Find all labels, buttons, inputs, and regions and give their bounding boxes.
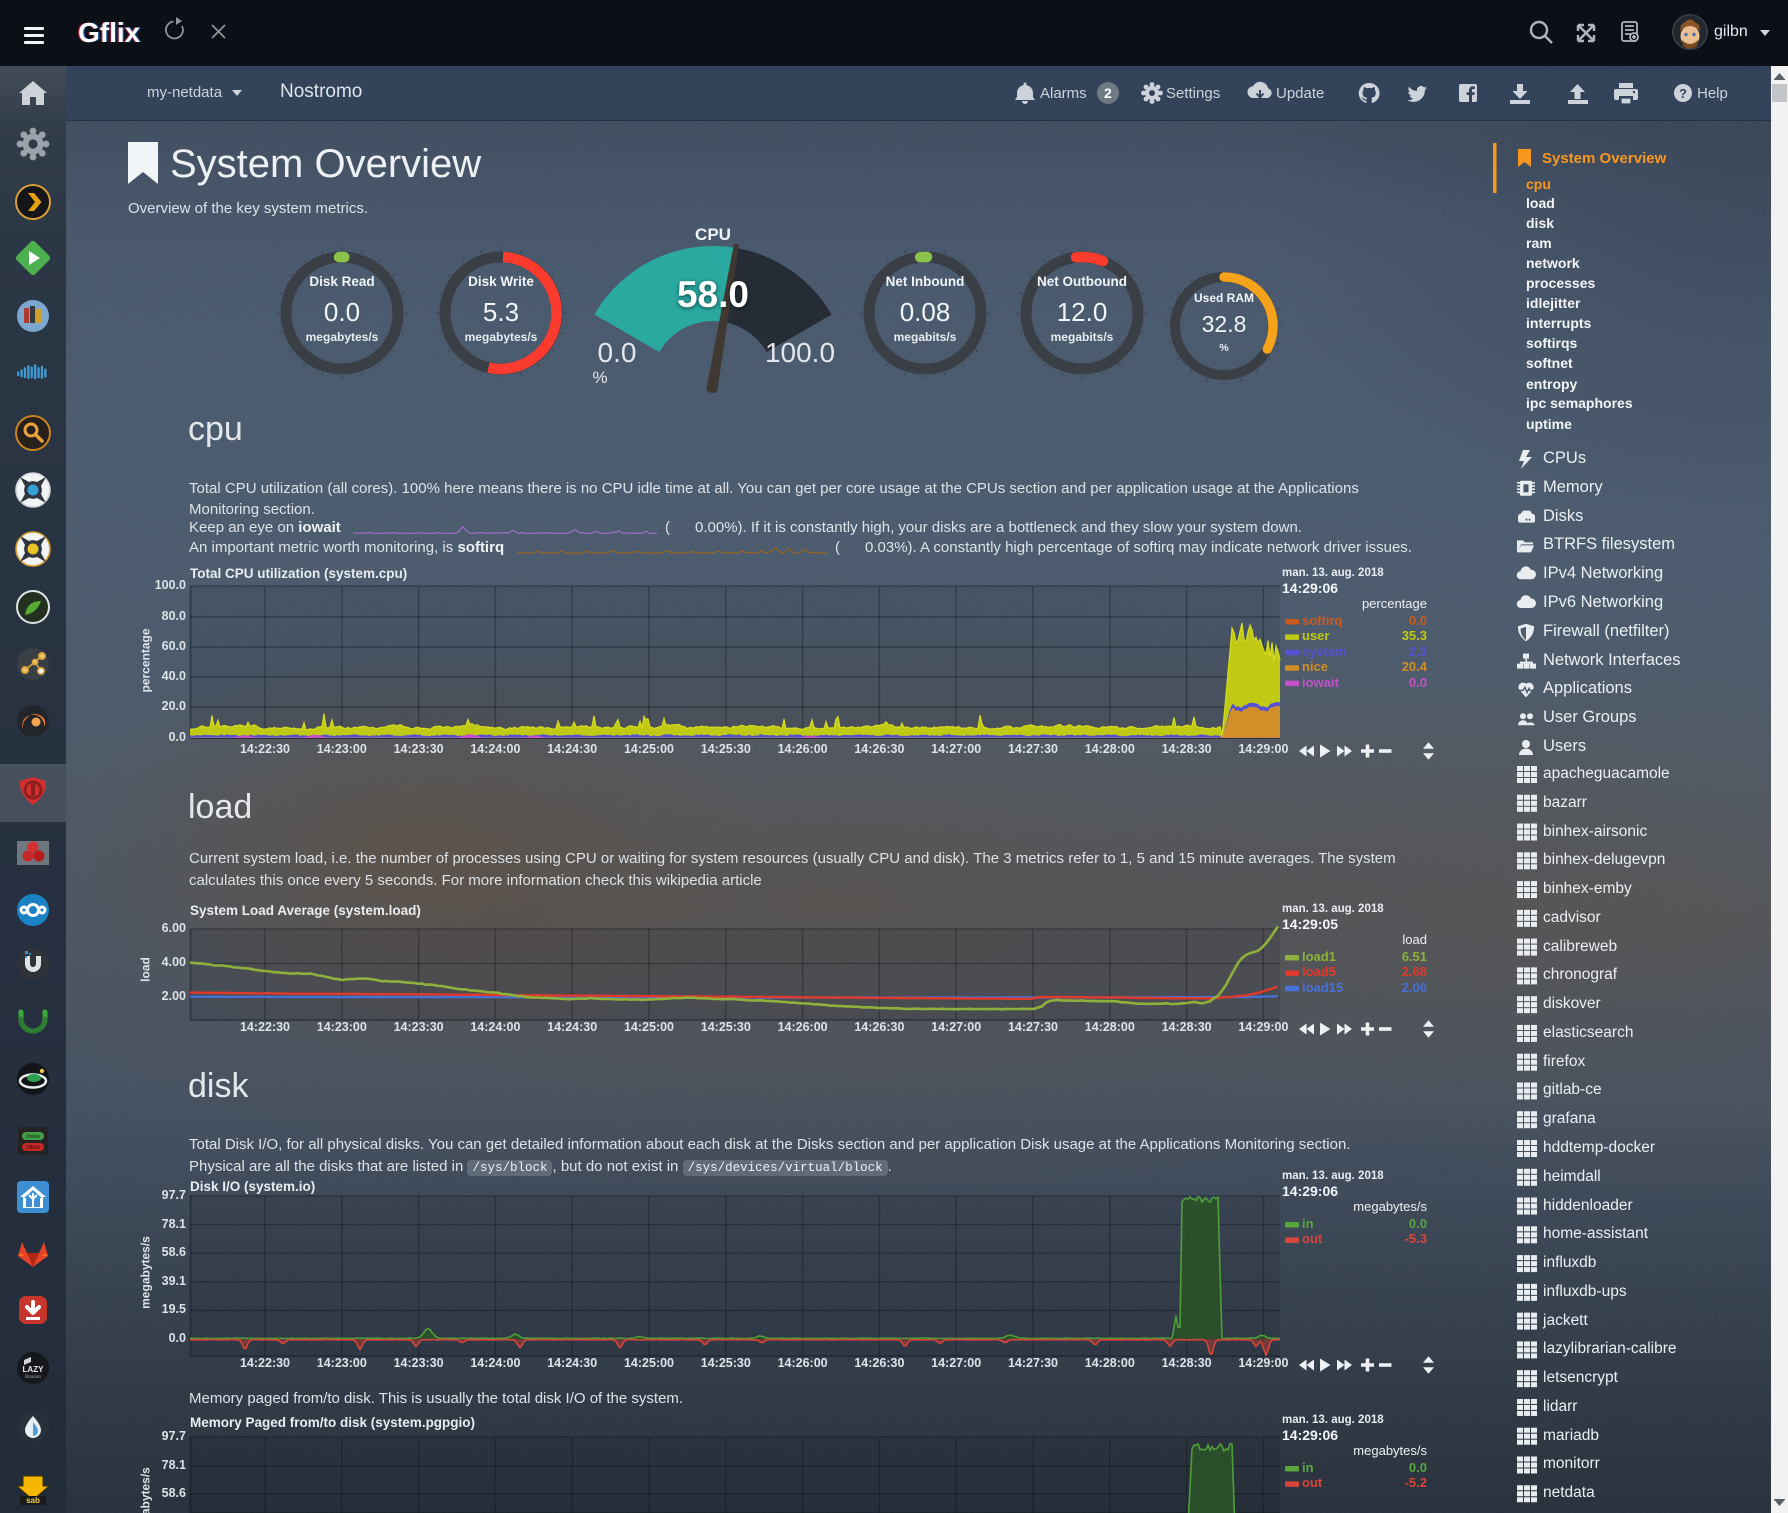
svg-text:?: ? [1679, 86, 1687, 101]
svg-text:sab: sab [26, 1496, 40, 1505]
svg-text:Online: Online [26, 1134, 41, 1140]
svg-text:librarian: librarian [25, 1374, 42, 1379]
svg-text:Offline: Offline [26, 1145, 41, 1151]
